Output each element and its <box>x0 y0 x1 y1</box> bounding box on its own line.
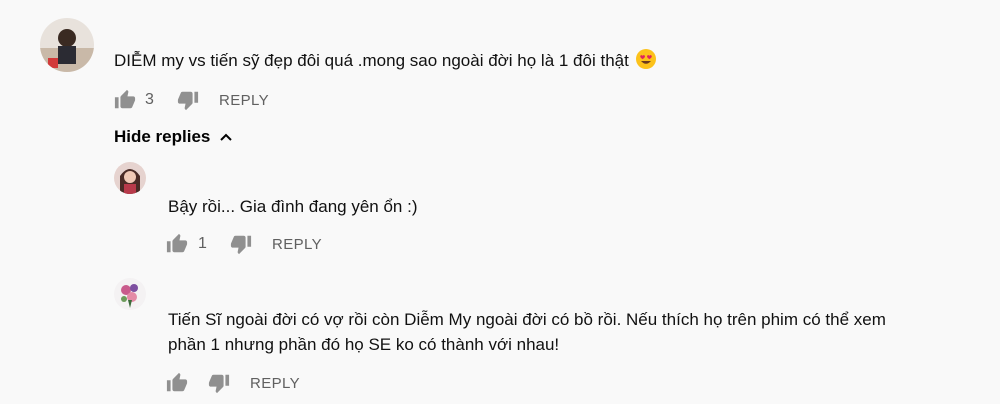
thumbs-down-icon[interactable] <box>177 89 199 111</box>
reply-button[interactable]: REPLY <box>219 92 269 109</box>
chevron-up-icon <box>220 133 233 141</box>
thumbs-up-icon[interactable] <box>166 372 188 394</box>
comment-actions: 3 REPLY <box>114 88 269 112</box>
hide-replies-label: Hide replies <box>114 127 211 146</box>
reply-text: Bậy rồi... Gia đình đang yên ổn :) <box>168 197 418 216</box>
reply-button[interactable]: REPLY <box>250 375 300 392</box>
thumbs-up-icon[interactable] <box>114 89 136 111</box>
reply-actions: REPLY <box>166 371 300 395</box>
thumbs-down-icon[interactable] <box>230 233 252 255</box>
like-count: 3 <box>145 91 154 108</box>
commenter-avatar[interactable] <box>40 18 94 72</box>
heart-eyes-emoji <box>635 49 656 69</box>
like-count: 1 <box>198 235 207 252</box>
hide-replies-button[interactable]: Hide replies <box>114 127 234 147</box>
reply-avatar[interactable] <box>114 162 146 194</box>
thumbs-down-icon[interactable] <box>208 372 230 394</box>
reply-text-line-1: Tiến Sĩ ngoài đời có vợ rồi còn Diễm My … <box>168 310 886 329</box>
reply-button[interactable]: REPLY <box>272 236 322 253</box>
reply-text-line-2: phần 1 nhưng phần đó họ SE ko có thành v… <box>168 335 560 354</box>
reply-avatar[interactable] <box>114 278 146 310</box>
reply-actions: 1 REPLY <box>166 232 322 256</box>
comment-text: DIỄM my vs tiến sỹ đẹp đôi quá .mong sao… <box>114 48 657 71</box>
thumbs-up-icon[interactable] <box>166 233 188 255</box>
